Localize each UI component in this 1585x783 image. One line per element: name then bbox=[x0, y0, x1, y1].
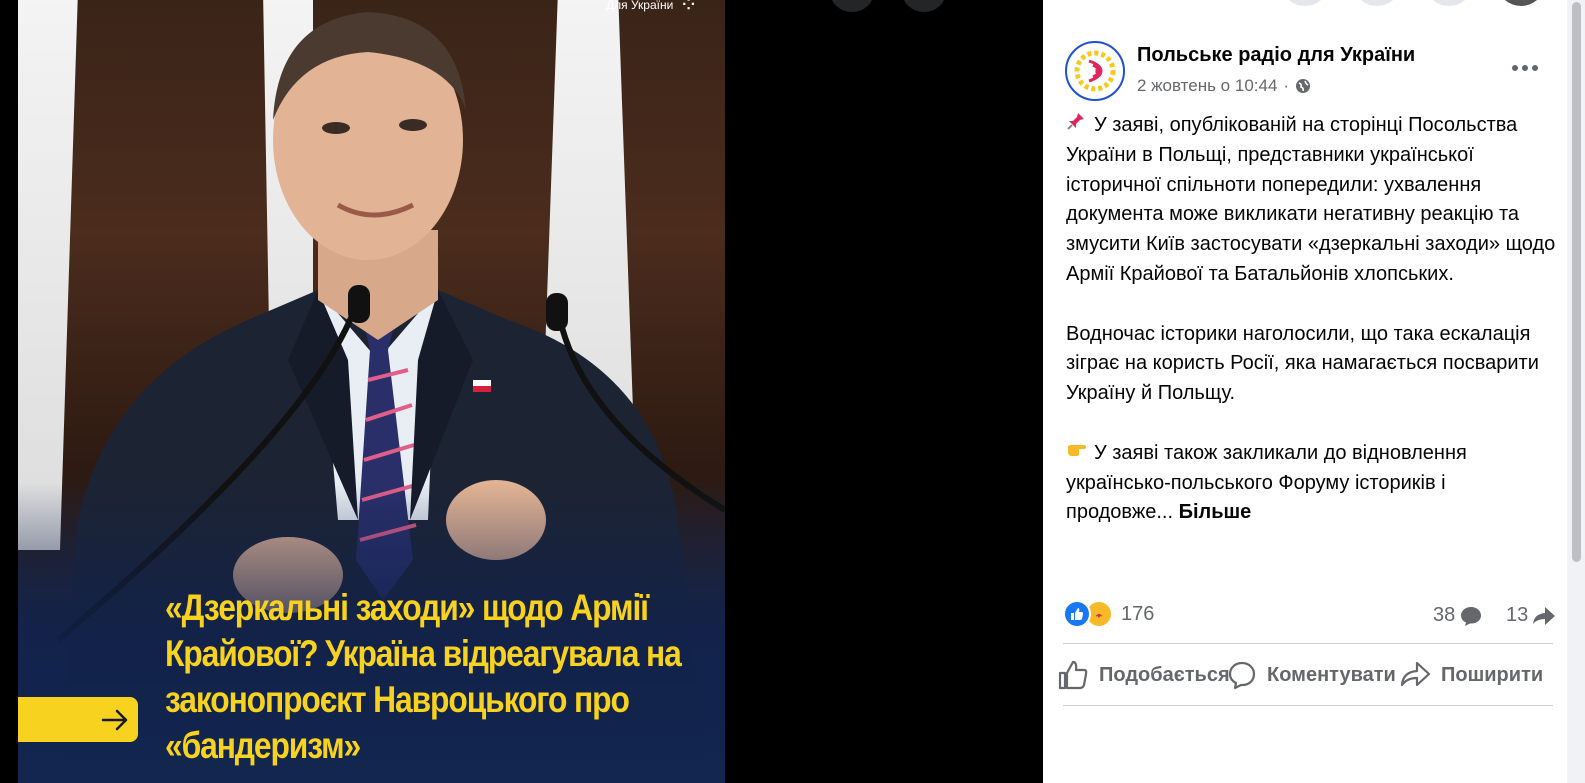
more-options-button[interactable] bbox=[1507, 55, 1543, 81]
shares-count: 13 bbox=[1506, 604, 1529, 626]
comment-bubble-icon bbox=[1461, 606, 1482, 626]
brand-watermark-text: Для України bbox=[606, 0, 674, 12]
nav-button-right[interactable] bbox=[902, 0, 946, 12]
read-more-arrow-button[interactable] bbox=[18, 697, 138, 742]
post-timestamp[interactable]: 2 жовтень о 10:44 bbox=[1137, 76, 1277, 96]
post-paragraph-2: Водночас історики наголосили, що така ес… bbox=[1066, 322, 1539, 405]
like-label: Подобається bbox=[1099, 663, 1230, 686]
polish-radio-logo-icon bbox=[1074, 50, 1116, 92]
paragraph-text: У заяві, опублікованій на сторінці Посол… bbox=[1066, 114, 1556, 285]
scrollbar-thumb[interactable] bbox=[1572, 2, 1581, 562]
shares-count-button[interactable]: 13 bbox=[1506, 604, 1556, 627]
share-arrow-icon bbox=[1533, 606, 1556, 625]
reactions-summary[interactable]: 176 bbox=[1063, 600, 1154, 628]
see-more-link[interactable]: Більше bbox=[1179, 501, 1252, 523]
reactions-count: 176 bbox=[1121, 602, 1155, 625]
pushpin-icon bbox=[1066, 111, 1088, 141]
brand-watermark: Для України ⁘ bbox=[606, 0, 698, 18]
thumbs-up-icon bbox=[1058, 660, 1088, 690]
post-text: У заяві, опублікованій на сторінці Посол… bbox=[1066, 111, 1556, 558]
top-action-button[interactable] bbox=[1427, 0, 1471, 6]
comment-button[interactable]: Коментувати bbox=[1227, 658, 1396, 692]
comments-count: 38 bbox=[1433, 604, 1456, 626]
scrollbar-track[interactable] bbox=[1567, 0, 1585, 783]
globe-icon[interactable] bbox=[1295, 78, 1311, 94]
paragraph-text: У заяві також закликали до відновлення у… bbox=[1066, 441, 1467, 524]
share-button[interactable]: Поширити bbox=[1399, 658, 1543, 692]
like-button[interactable]: Подобається bbox=[1057, 658, 1230, 692]
comment-label: Коментувати bbox=[1267, 663, 1396, 686]
top-action-button[interactable] bbox=[1355, 0, 1399, 6]
arrow-right-icon bbox=[101, 709, 128, 730]
like-reaction-icon bbox=[1063, 600, 1091, 628]
image-headline: «Дзеркальні заходи» щодо Армії Крайової?… bbox=[165, 587, 682, 766]
post-paragraph-1: У заяві, опублікованій на сторінці Посол… bbox=[1066, 111, 1556, 290]
comment-icon bbox=[1228, 661, 1256, 690]
dot-icon bbox=[1512, 65, 1518, 71]
comments-count-button[interactable]: 38 bbox=[1433, 604, 1483, 627]
page-name-link[interactable]: Польське радіо для України bbox=[1137, 44, 1415, 67]
share-icon bbox=[1400, 661, 1431, 687]
dot-icon bbox=[1532, 65, 1538, 71]
pointing-hand-icon bbox=[1066, 439, 1088, 469]
page-avatar[interactable] bbox=[1065, 41, 1125, 101]
post-paragraph-3: У заяві також закликали до відновлення у… bbox=[1066, 439, 1556, 528]
post-media-viewer: Для України ⁘ «Дзеркальні заходи» щодо А… bbox=[0, 0, 1043, 783]
post-meta: 2 жовтень о 10:44 · bbox=[1137, 76, 1311, 96]
sun-logo-icon: ⁘ bbox=[679, 0, 698, 17]
nav-button-left[interactable] bbox=[830, 0, 874, 12]
meta-separator: · bbox=[1283, 76, 1290, 95]
divider bbox=[1063, 643, 1553, 644]
share-label: Поширити bbox=[1441, 663, 1544, 686]
post-image[interactable]: Для України ⁘ «Дзеркальні заходи» щодо А… bbox=[18, 0, 725, 783]
profile-button[interactable] bbox=[1499, 0, 1543, 6]
dot-icon bbox=[1522, 65, 1528, 71]
divider bbox=[1063, 705, 1553, 706]
top-action-button[interactable] bbox=[1283, 0, 1327, 6]
post-details-panel: Польське радіо для України 2 жовтень о 1… bbox=[1043, 0, 1585, 783]
